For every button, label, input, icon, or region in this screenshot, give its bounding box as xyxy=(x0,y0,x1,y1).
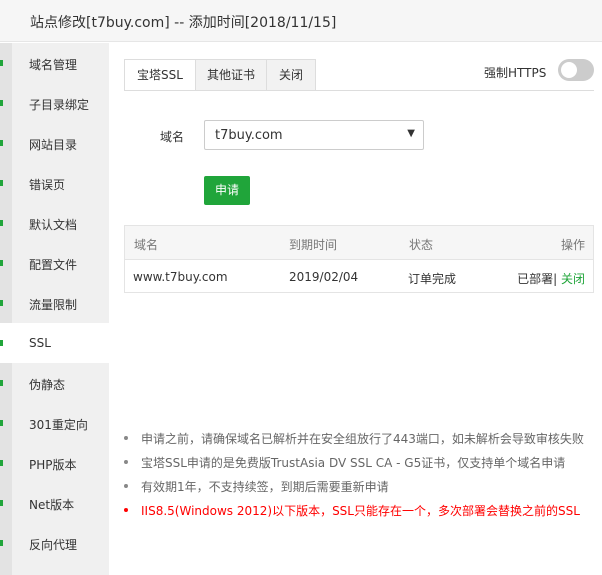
note-text: 宝塔SSL申请的是免费版TrustAsia DV SSL CA - G5证书，仅… xyxy=(141,456,566,470)
sidebar-item-301-redirect[interactable]: 301重定向 xyxy=(0,403,109,443)
sidebar-marker xyxy=(0,60,3,66)
sidebar-marker xyxy=(0,420,3,426)
sidebar-marker xyxy=(0,460,3,466)
sidebar-item-label: 域名管理 xyxy=(29,58,78,72)
sidebar-item-net-version[interactable]: Net版本 xyxy=(0,483,109,523)
note-text: 有效期1年，不支持续签，到期后需要重新申请 xyxy=(141,480,389,494)
certificate-table: 域名 到期时间 状态 操作 www.t7buy.com 2019/02/04 订… xyxy=(124,225,594,293)
row-actions: 已部署| 关闭 xyxy=(517,270,585,287)
toggle-knob xyxy=(561,62,577,78)
tab-close-ssl[interactable]: 关闭 xyxy=(266,59,316,91)
sidebar-marker xyxy=(0,300,3,306)
bullet-icon xyxy=(124,436,128,440)
row-expiry: 2019/02/04 xyxy=(289,270,359,284)
sidebar-marker xyxy=(0,260,3,266)
sidebar-item-reverse-proxy[interactable]: 反向代理 xyxy=(0,523,109,563)
domain-select-value: t7buy.com xyxy=(215,128,283,143)
sidebar-item-label: 配置文件 xyxy=(29,258,78,272)
sidebar-marker xyxy=(0,340,3,346)
sidebar-item-ssl[interactable]: SSL xyxy=(0,323,109,363)
domain-select[interactable]: t7buy.com ▼ xyxy=(204,120,424,150)
bullet-icon xyxy=(124,460,128,464)
sidebar-item-label: 子目录绑定 xyxy=(29,98,90,112)
bullet-icon xyxy=(124,508,128,512)
sidebar-marker xyxy=(0,500,3,506)
dialog-title: 站点修改[t7buy.com] -- 添加时间[2018/11/15] xyxy=(30,15,337,31)
column-header-status: 状态 xyxy=(409,238,434,252)
sidebar-item-php-version[interactable]: PHP版本 xyxy=(0,443,109,483)
close-link[interactable]: 关闭 xyxy=(557,272,585,286)
sidebar-item-config-file[interactable]: 配置文件 xyxy=(0,243,109,283)
apply-button[interactable]: 申请 xyxy=(204,176,250,205)
tab-baota-ssl[interactable]: 宝塔SSL xyxy=(124,59,196,91)
domain-label: 域名 xyxy=(160,130,185,144)
bullet-icon xyxy=(124,484,128,488)
sidebar-item-label: 伪静态 xyxy=(29,378,66,392)
row-domain: www.t7buy.com xyxy=(133,270,228,284)
sidebar-marker xyxy=(0,220,3,226)
row-status: 订单完成 xyxy=(408,272,457,286)
sidebar-item-site-directory[interactable]: 网站目录 xyxy=(0,123,109,163)
sidebar-marker xyxy=(0,180,3,186)
column-header-expiry: 到期时间 xyxy=(289,238,338,252)
column-header-domain: 域名 xyxy=(134,238,159,252)
force-https-toggle[interactable] xyxy=(558,59,594,81)
sidebar-marker xyxy=(0,100,3,106)
sidebar-item-label: 流量限制 xyxy=(29,298,78,312)
column-header-actions: 操作 xyxy=(560,238,585,252)
sidebar-item-error-page[interactable]: 错误页 xyxy=(0,163,109,203)
sidebar-item-label: 反向代理 xyxy=(29,538,78,552)
note-text: IIS8.5(Windows 2012)以下版本，SSL只能存在一个，多次部署会… xyxy=(141,504,580,518)
sidebar-item-label: 错误页 xyxy=(29,178,66,192)
deployed-status: 已部署| xyxy=(517,272,558,286)
sidebar-item-label: PHP版本 xyxy=(29,458,77,472)
sidebar-item-default-document[interactable]: 默认文档 xyxy=(0,203,109,243)
sidebar-marker xyxy=(0,540,3,546)
force-https-label: 强制HTTPS xyxy=(484,66,547,80)
dialog-titlebar: 站点修改[t7buy.com] -- 添加时间[2018/11/15] xyxy=(0,0,602,42)
sidebar-item-label: Net版本 xyxy=(29,498,75,512)
sidebar-item-label: 网站目录 xyxy=(29,138,78,152)
table-header: 域名 到期时间 状态 操作 xyxy=(125,226,593,260)
caret-down-icon: ▼ xyxy=(407,128,415,139)
sidebar-item-rewrite[interactable]: 伪静态 xyxy=(0,363,109,403)
sidebar-item-subdirectory-binding[interactable]: 子目录绑定 xyxy=(0,83,109,123)
sidebar: 域名管理 子目录绑定 网站目录 错误页 默认文档 配置文件 流量限制 SSL 伪… xyxy=(0,43,109,575)
sidebar-item-traffic-limit[interactable]: 流量限制 xyxy=(0,283,109,323)
sidebar-item-domain-management[interactable]: 域名管理 xyxy=(0,43,109,83)
sidebar-item-label: SSL xyxy=(29,336,51,350)
sidebar-item-label: 301重定向 xyxy=(29,418,88,432)
sidebar-marker xyxy=(0,140,3,146)
note-text: 申请之前，请确保域名已解析并在安全组放行了443端口，如未解析会导致审核失败 xyxy=(141,432,584,446)
tab-other-certificate[interactable]: 其他证书 xyxy=(195,59,267,91)
sidebar-item-label: 默认文档 xyxy=(29,218,78,232)
sidebar-marker xyxy=(0,380,3,386)
tab-divider xyxy=(124,90,594,91)
